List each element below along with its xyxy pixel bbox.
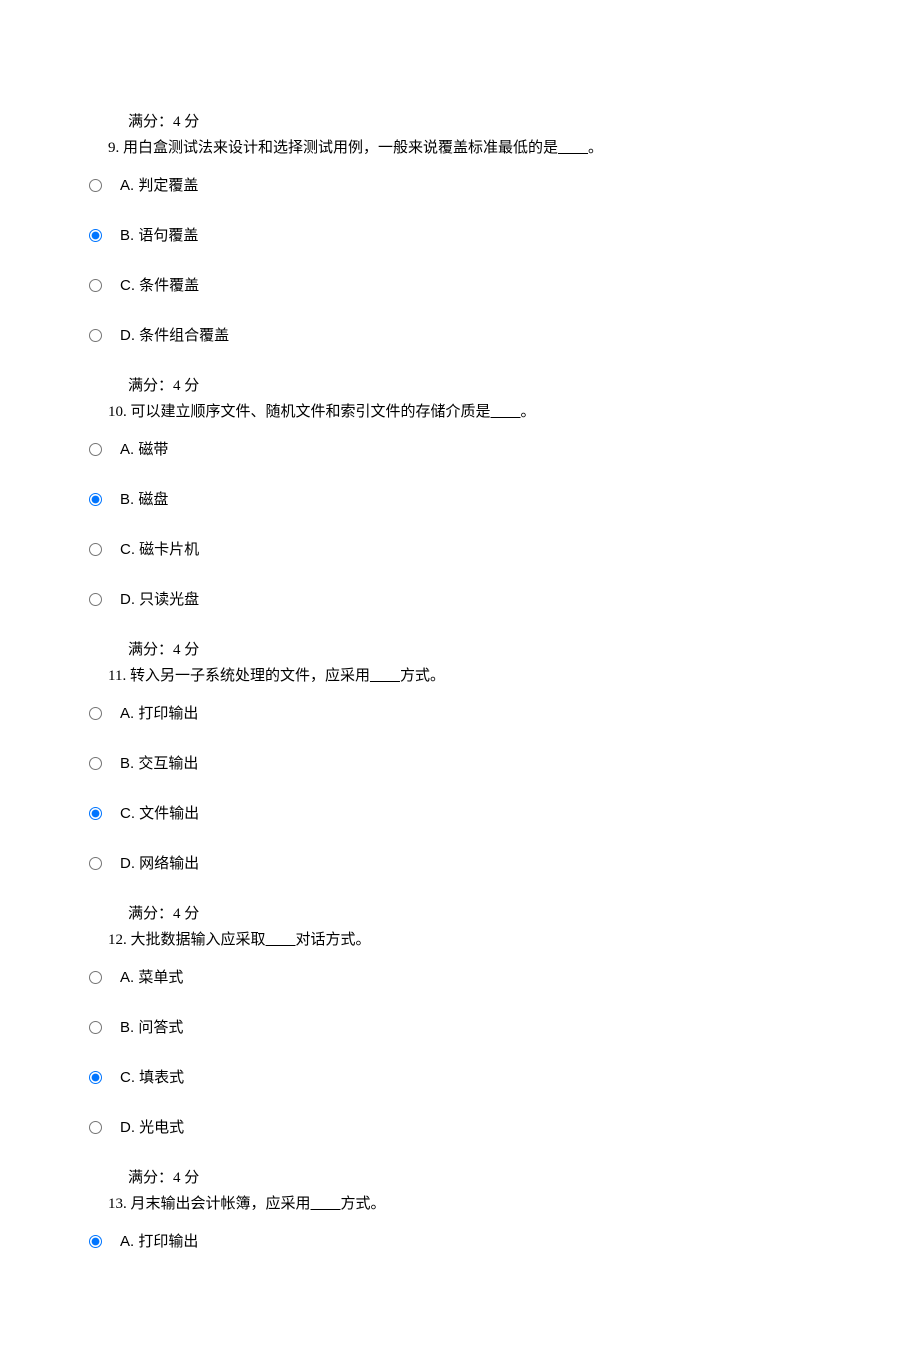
question-text-before: 大批数据输入应采取 [131,932,266,948]
score-label: 满分：4 分 [128,638,840,662]
question-text-after: 方式。 [400,668,445,684]
question-number: 10. [108,404,127,420]
option-label: C. 条件覆盖 [120,274,199,298]
option-10-a[interactable]: A. 磁带 [84,438,840,462]
radio-10-d[interactable] [89,593,102,606]
question-number: 9. [108,140,119,156]
blank [491,404,521,420]
option-label: A. 打印输出 [120,1230,198,1254]
question-number: 13. [108,1196,127,1212]
question-13: 13. 月末输出会计帐簿，应采用 方式。 [108,1192,840,1216]
option-10-b[interactable]: B. 磁盘 [84,488,840,512]
option-10-c[interactable]: C. 磁卡片机 [84,538,840,562]
radio-9-c[interactable] [89,279,102,292]
option-9-b[interactable]: B. 语句覆盖 [84,224,840,248]
radio-12-b[interactable] [89,1021,102,1034]
option-label: B. 语句覆盖 [120,224,198,248]
option-12-c[interactable]: C. 填表式 [84,1066,840,1090]
blank [370,668,400,684]
option-label: D. 只读光盘 [120,588,199,612]
radio-10-b[interactable] [89,493,102,506]
option-10-d[interactable]: D. 只读光盘 [84,588,840,612]
question-9: 9. 用白盒测试法来设计和选择测试用例，一般来说覆盖标准最低的是 。 [108,136,840,160]
option-label: D. 光电式 [120,1116,184,1140]
option-label: C. 填表式 [120,1066,184,1090]
option-label: B. 磁盘 [120,488,168,512]
radio-12-a[interactable] [89,971,102,984]
radio-11-a[interactable] [89,707,102,720]
blank [266,932,296,948]
option-label: B. 问答式 [120,1016,183,1040]
option-label: D. 条件组合覆盖 [120,324,229,348]
option-label: B. 交互输出 [120,752,198,776]
option-12-b[interactable]: B. 问答式 [84,1016,840,1040]
option-9-a[interactable]: A. 判定覆盖 [84,174,840,198]
question-text-after: 。 [521,404,536,420]
question-number: 11. [108,668,126,684]
blank [558,140,588,156]
option-9-c[interactable]: C. 条件覆盖 [84,274,840,298]
question-text-before: 月末输出会计帐簿，应采用 [131,1196,311,1212]
question-number: 12. [108,932,127,948]
radio-11-d[interactable] [89,857,102,870]
option-11-b[interactable]: B. 交互输出 [84,752,840,776]
score-label: 满分：4 分 [128,110,840,134]
radio-9-a[interactable] [89,179,102,192]
question-text-before: 用白盒测试法来设计和选择测试用例，一般来说覆盖标准最低的是 [123,140,558,156]
radio-10-a[interactable] [89,443,102,456]
score-label: 满分：4 分 [128,1166,840,1190]
option-label: A. 判定覆盖 [120,174,198,198]
option-label: A. 打印输出 [120,702,198,726]
question-12: 12. 大批数据输入应采取 对话方式。 [108,928,840,952]
option-label: C. 文件输出 [120,802,199,826]
option-11-c[interactable]: C. 文件输出 [84,802,840,826]
question-text-before: 转入另一子系统处理的文件，应采用 [130,668,370,684]
option-11-a[interactable]: A. 打印输出 [84,702,840,726]
option-label: C. 磁卡片机 [120,538,199,562]
question-text-after: 对话方式。 [296,932,371,948]
option-11-d[interactable]: D. 网络输出 [84,852,840,876]
blank [311,1196,341,1212]
question-text-after: 。 [588,140,603,156]
option-12-a[interactable]: A. 菜单式 [84,966,840,990]
radio-12-c[interactable] [89,1071,102,1084]
radio-10-c[interactable] [89,543,102,556]
option-label: D. 网络输出 [120,852,199,876]
option-9-d[interactable]: D. 条件组合覆盖 [84,324,840,348]
option-label: A. 磁带 [120,438,168,462]
page: 满分：4 分 9. 用白盒测试法来设计和选择测试用例，一般来说覆盖标准最低的是 … [0,0,920,1360]
radio-11-b[interactable] [89,757,102,770]
score-label: 满分：4 分 [128,902,840,926]
radio-9-d[interactable] [89,329,102,342]
radio-13-a[interactable] [89,1235,102,1248]
radio-9-b[interactable] [89,229,102,242]
question-text-before: 可以建立顺序文件、随机文件和索引文件的存储介质是 [131,404,491,420]
option-13-a[interactable]: A. 打印输出 [84,1230,840,1254]
question-text-after: 方式。 [341,1196,386,1212]
score-label: 满分：4 分 [128,374,840,398]
radio-12-d[interactable] [89,1121,102,1134]
option-12-d[interactable]: D. 光电式 [84,1116,840,1140]
radio-11-c[interactable] [89,807,102,820]
question-10: 10. 可以建立顺序文件、随机文件和索引文件的存储介质是 。 [108,400,840,424]
option-label: A. 菜单式 [120,966,183,990]
question-11: 11. 转入另一子系统处理的文件，应采用 方式。 [108,664,840,688]
